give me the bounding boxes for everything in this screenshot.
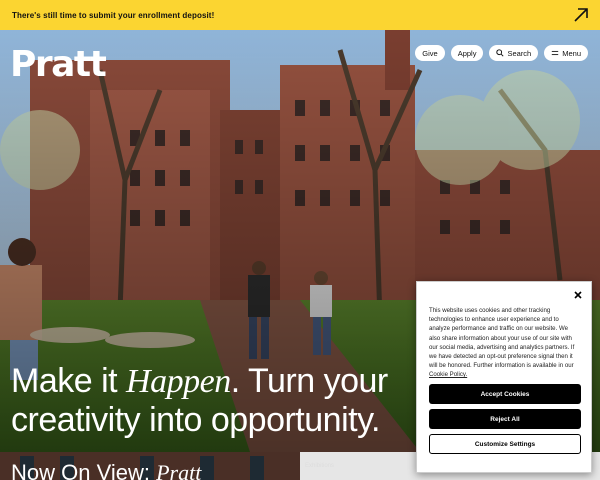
top-nav: Give Apply Search Menu xyxy=(415,45,588,61)
customize-settings-button[interactable]: Customize Settings xyxy=(429,434,581,454)
search-button[interactable]: Search xyxy=(489,45,539,61)
hero-headline: Make it Happen. Turn your creativity int… xyxy=(11,362,411,439)
give-label: Give xyxy=(422,48,438,58)
menu-label: Menu xyxy=(562,48,581,58)
cookie-body: This website uses cookies and other trac… xyxy=(429,307,575,370)
apply-button[interactable]: Apply xyxy=(450,45,484,61)
accept-cookies-button[interactable]: Accept Cookies xyxy=(429,384,581,404)
apply-label: Apply xyxy=(457,48,477,58)
banner-text: There's still time to submit your enroll… xyxy=(12,10,215,20)
hamburger-icon xyxy=(552,50,559,56)
headline-italic: Happen xyxy=(126,363,231,400)
cookie-consent-panel: This website uses cookies and other trac… xyxy=(416,281,592,473)
pratt-logo[interactable]: Pratt xyxy=(10,44,107,85)
close-icon[interactable] xyxy=(573,290,583,300)
give-button[interactable]: Give xyxy=(415,45,445,61)
now-on-view-plain: Now On View: xyxy=(11,460,157,480)
reject-all-button[interactable]: Reject All xyxy=(429,409,581,429)
menu-button[interactable]: Menu xyxy=(544,45,588,61)
cookie-description: This website uses cookies and other trac… xyxy=(429,306,580,380)
cookie-policy-link[interactable]: Cookie Policy. xyxy=(429,371,467,378)
search-label: Search xyxy=(507,48,532,58)
arrow-up-right-icon[interactable] xyxy=(572,6,590,24)
announcement-banner[interactable]: There's still time to submit your enroll… xyxy=(0,0,600,30)
exhibitions-tag[interactable]: Exhibitions xyxy=(305,463,334,469)
headline-part1: Make it xyxy=(11,362,127,400)
search-icon xyxy=(496,49,505,57)
now-on-view-title[interactable]: Now On View: Pratt xyxy=(11,460,201,480)
now-on-view-italic: Pratt xyxy=(156,460,202,480)
